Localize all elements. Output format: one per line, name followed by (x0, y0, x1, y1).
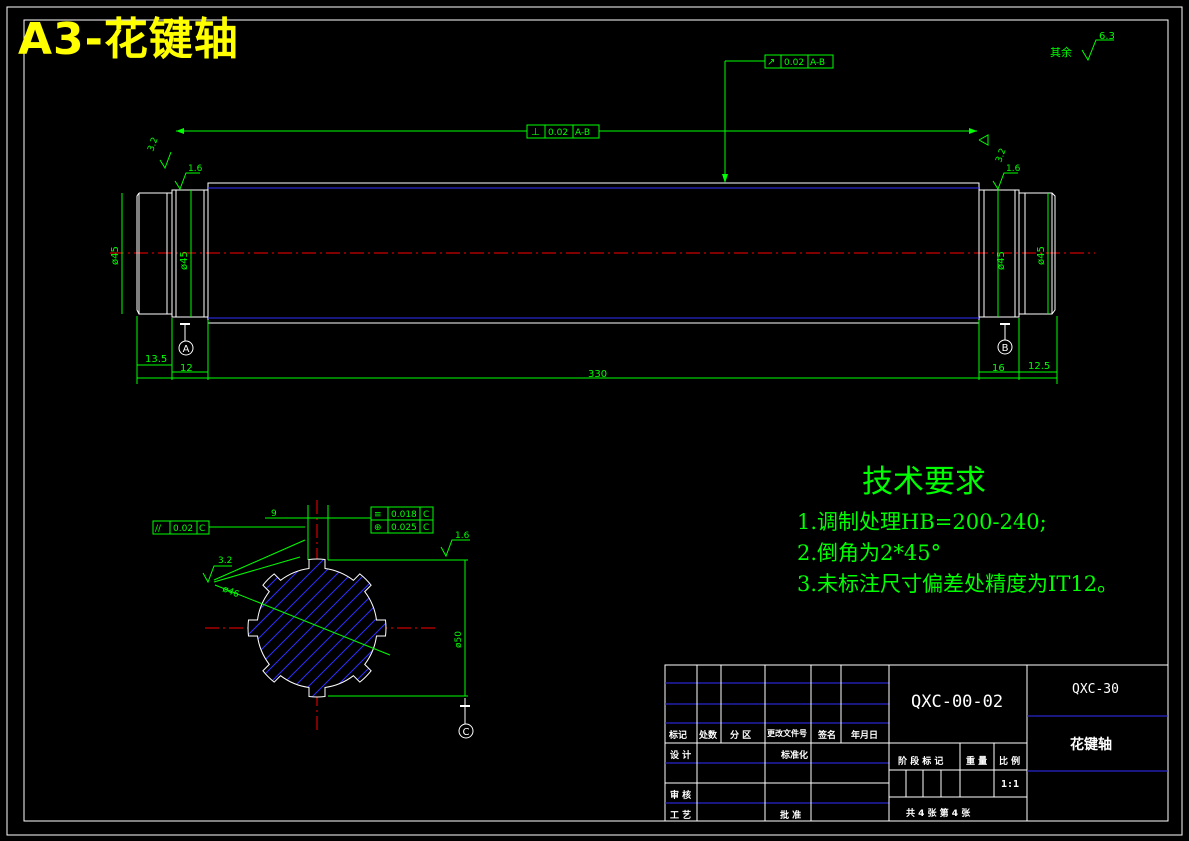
svg-text:6.3: 6.3 (1099, 31, 1115, 42)
svg-text:⊕: ⊕ (374, 523, 382, 533)
tol-runout-datum: A-B (810, 58, 825, 68)
front-view: 330 13.5 12 16 12.5 ø45 ø45 ø45 ø45 ⊥ 0.… (110, 31, 1115, 384)
part-name: 花键轴 (1070, 737, 1112, 753)
scale-label: 比 例 (999, 757, 1021, 767)
cad-drawing: 330 13.5 12 16 12.5 ø45 ø45 ø45 ø45 ⊥ 0.… (6, 6, 1183, 836)
dim-dia-right-outer: ø45 (1036, 246, 1047, 265)
header-mark: 标记 (669, 731, 688, 741)
role-standard: 标准化 (781, 751, 809, 761)
svg-text:1.6: 1.6 (188, 164, 203, 174)
svg-text:0.025: 0.025 (391, 523, 417, 533)
svg-text:1.6: 1.6 (1006, 164, 1021, 174)
tech-requirement-3: 3.未标注尺寸偏差处精度为IT12。 (797, 572, 1119, 596)
svg-text://: // (155, 524, 162, 534)
svg-text:3.2: 3.2 (994, 147, 1008, 164)
tol-runout-symbol: ↗ (767, 57, 775, 68)
tech-requirements-title: 技术要求 (862, 464, 986, 500)
dim-dia-inner: ø46 (221, 585, 241, 601)
dim-dia-left-outer: ø45 (110, 246, 121, 265)
svg-text:≡: ≡ (374, 510, 382, 520)
svg-text:3.2: 3.2 (146, 136, 160, 153)
dim-right-step: 12.5 (1028, 361, 1050, 372)
scale-value: 1:1 (1001, 779, 1020, 790)
header-count: 处数 (699, 731, 718, 741)
header-date: 年月日 (851, 731, 879, 741)
tech-requirement-1: 1.调制处理HB=200-240; (797, 510, 1047, 534)
svg-text:3.2: 3.2 (218, 556, 232, 566)
tol-runout-value: 0.02 (784, 58, 804, 68)
weight-label: 重 量 (966, 757, 988, 767)
section-hatch (248, 559, 386, 697)
svg-text:1.6: 1.6 (455, 531, 470, 541)
svg-text:C: C (423, 510, 429, 520)
role-approve: 批 准 (780, 811, 802, 821)
svg-text:C: C (199, 524, 205, 534)
datum-b: B (997, 323, 1013, 355)
project-code: QXC-30 (1072, 682, 1119, 697)
dim-total-length: 330 (588, 369, 607, 380)
surface-note: 其余 6.3 (1050, 31, 1115, 62)
tol-top-value: 0.02 (548, 128, 568, 138)
header-change-doc: 更改文件号 (767, 729, 807, 738)
stage-labels: 阶 段 标 记 (898, 757, 944, 767)
roughness-left: 3.2 1.6 (146, 136, 203, 191)
svg-text:A: A (183, 344, 190, 355)
svg-text:0.02: 0.02 (173, 524, 193, 534)
role-design: 设 计 (670, 751, 692, 761)
sheet-title-banner: A3-花键轴 (18, 14, 239, 65)
svg-text:B: B (1002, 343, 1009, 354)
tech-requirement-2: 2.倒角为2*45° (797, 541, 942, 565)
header-zone: 分 区 (730, 731, 752, 741)
datum-c: C (458, 698, 474, 739)
dim-dia-outer: ø50 (454, 631, 464, 648)
dim-key-width: 9 (271, 509, 277, 519)
role-review: 审 核 (670, 791, 692, 801)
svg-text:C: C (463, 727, 470, 738)
datum-a: A (178, 323, 194, 356)
dim-left-journal: 12 (180, 363, 193, 374)
tol-top-datum: A-B (575, 128, 590, 138)
role-process: 工 艺 (670, 811, 692, 821)
dim-right-journal: 16 (992, 363, 1005, 374)
dim-dia-right-journal: ø45 (996, 251, 1007, 270)
svg-text:其余: 其余 (1050, 45, 1072, 59)
dim-dia-left-journal: ø45 (179, 251, 190, 270)
roughness-right: 3.2 1.6 (978, 134, 1021, 191)
svg-text:C: C (423, 523, 429, 533)
svg-text:0.018: 0.018 (391, 510, 417, 520)
tol-top-symbol: ⊥ (531, 127, 540, 138)
sheet-info: 共 4 张 第 4 张 (906, 809, 971, 819)
dim-left-step: 13.5 (145, 354, 167, 365)
section-view: ø46 ø50 9 // 0.02 C ≡ 0.018 C ⊕ 0.025 C … (152, 500, 474, 739)
header-signature: 签名 (818, 731, 837, 741)
drawing-number: QXC-00-02 (911, 692, 1004, 712)
